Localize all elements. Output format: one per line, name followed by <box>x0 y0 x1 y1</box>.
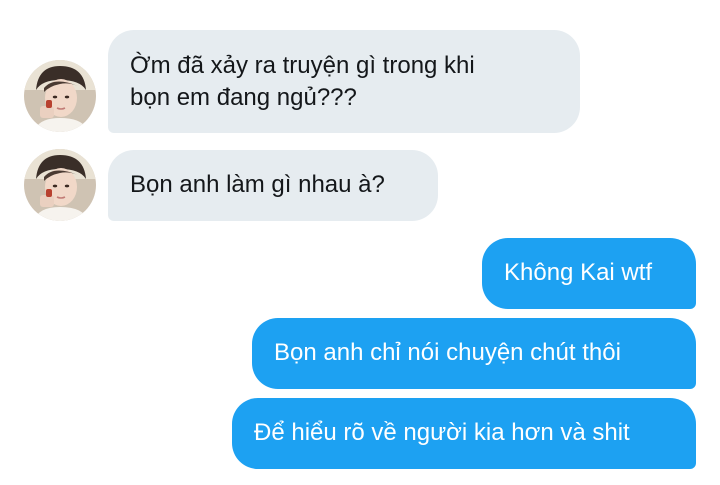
incoming-message-bubble[interactable]: Ờm đã xảy ra truyện gì trong khi bọn em … <box>108 30 580 133</box>
incoming-message-bubble[interactable]: Bọn anh làm gì nhau à? <box>108 150 438 221</box>
message-text-line: Bọn anh làm gì nhau à? <box>130 171 385 198</box>
avatar-image <box>24 149 96 221</box>
message-text-line: bọn em đang ngủ??? <box>130 84 357 111</box>
profile-photo-avatar[interactable] <box>24 60 96 132</box>
outgoing-message-bubble[interactable]: Bọn anh chỉ nói chuyện chút thôi <box>252 318 696 389</box>
avatar-image <box>24 60 96 132</box>
message-text-line: Ờm đã xảy ra truyện gì trong khi <box>130 52 475 79</box>
outgoing-message-bubble[interactable]: Không Kai wtf <box>482 238 696 309</box>
message-text-line: Không Kai wtf <box>504 259 653 286</box>
message-text-line: Để hiểu rõ về người kia hơn và shit <box>254 419 630 446</box>
message-text-line: Bọn anh chỉ nói chuyện chút thôi <box>274 339 621 366</box>
profile-photo-avatar[interactable] <box>24 149 96 221</box>
outgoing-message-bubble[interactable]: Để hiểu rõ về người kia hơn và shit <box>232 398 696 469</box>
